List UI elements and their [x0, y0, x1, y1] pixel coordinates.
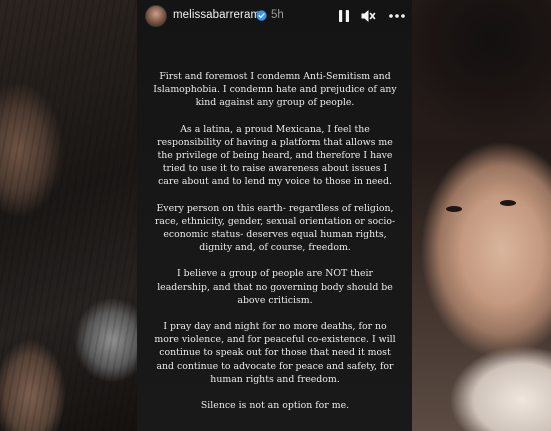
story-text-body: First and foremost I condemn Anti-Semiti… [151, 70, 399, 412]
profile-avatar[interactable] [145, 5, 167, 27]
paragraph-latina: As a latina, a proud Mexicana, I feel th… [157, 123, 393, 188]
username[interactable]: melissabarreram [173, 9, 260, 21]
right-photo-eye-left [446, 206, 462, 212]
muted-speaker-icon[interactable] [359, 7, 377, 25]
pause-icon[interactable] [335, 7, 353, 25]
paragraph-silence: Silence is not an option for me. [200, 400, 350, 412]
story-panel[interactable]: melissabarreram 5h First and foremost I … [137, 0, 412, 431]
paragraph-peace: I pray day and night for no more deaths,… [154, 321, 396, 385]
screenshot-frame: melissabarreram 5h First and foremost I … [0, 0, 551, 431]
more-options-icon[interactable] [387, 7, 407, 25]
right-photo-hair [412, 0, 551, 200]
left-side-photo [0, 0, 137, 431]
story-header: melissabarreram 5h [137, 0, 412, 34]
right-side-photo [412, 0, 551, 431]
paragraph-condemn: First and foremost I condemn Anti-Semiti… [153, 71, 397, 109]
paragraph-human-rights: Every person on this earth- regardless o… [154, 202, 396, 254]
paragraph-leadership: I believe a group of people are NOT thei… [157, 268, 393, 306]
right-photo-eye-right [500, 200, 516, 206]
left-photo-texture [0, 0, 137, 431]
post-time: 5h [271, 9, 284, 21]
verified-badge-icon [256, 10, 267, 21]
